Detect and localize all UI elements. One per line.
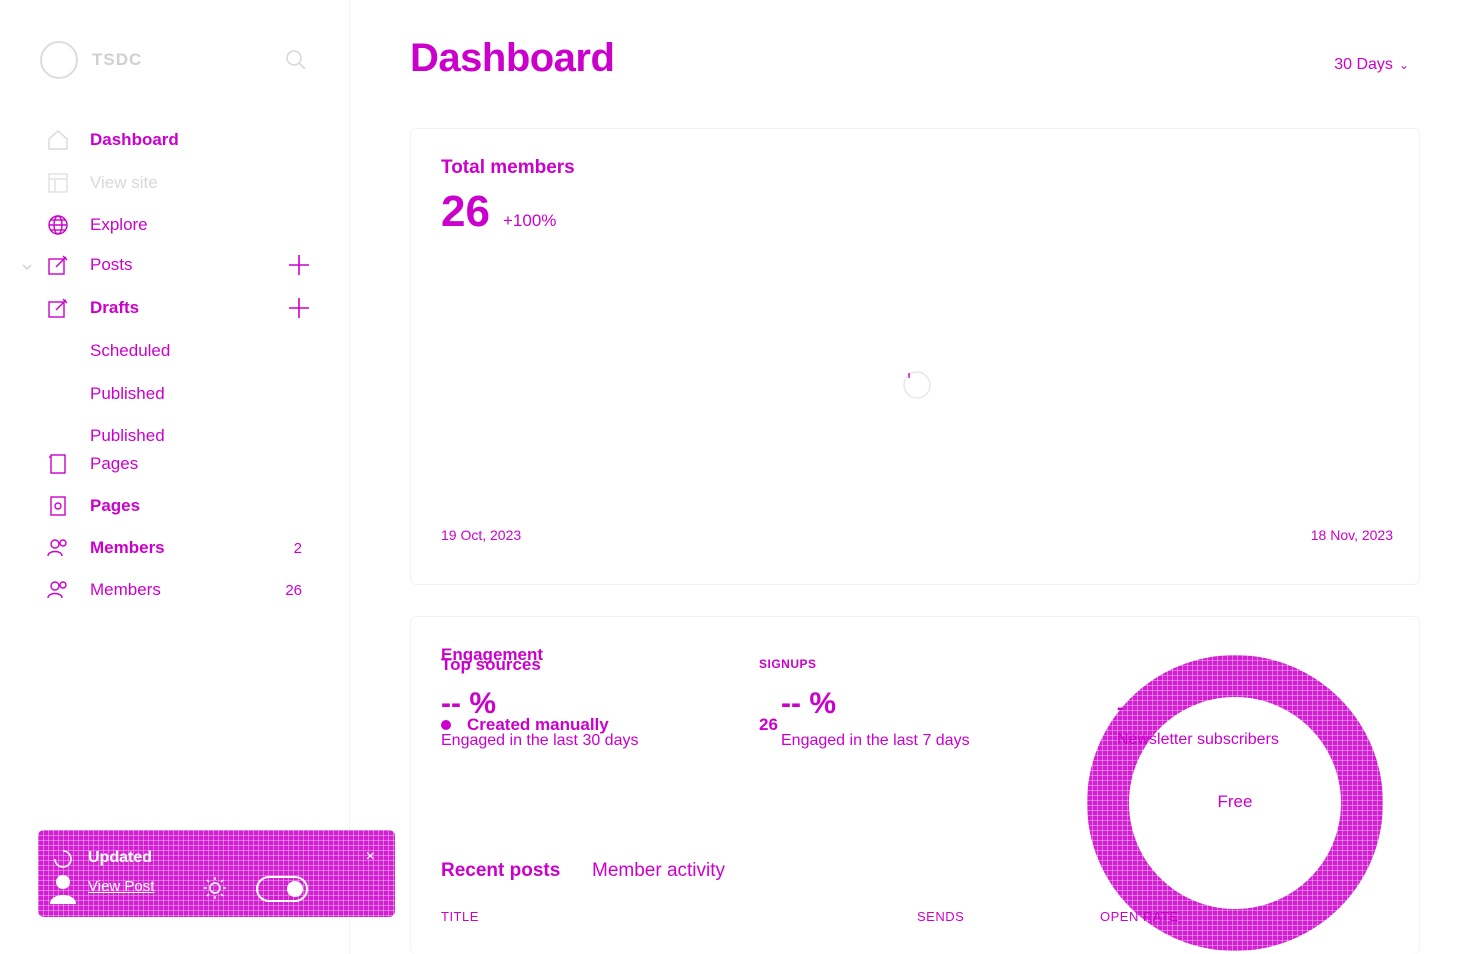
source-signups: 26 [759, 715, 778, 734]
sidebar-item-members[interactable]: Members 26 [46, 577, 316, 603]
add-icon[interactable] [288, 297, 310, 319]
sidebar-item-label: Posts [90, 255, 133, 274]
edit-icon [46, 253, 70, 277]
sun-icon[interactable] [203, 876, 227, 900]
date-range-select[interactable]: 30 Days ⌄ [1334, 56, 1409, 74]
source-dot [441, 720, 451, 730]
sources-donut-chart: Free [1087, 655, 1383, 951]
sidebar-item-published-ghost[interactable]: Published [90, 384, 165, 404]
total-members-card: Total members 26 +100% 19 Oct, 2023 18 N… [410, 128, 1420, 585]
engagement-card: Engagement Top sources SIGNUPS -- % Enga… [410, 616, 1420, 954]
sidebar-item-label: Members [90, 580, 161, 599]
update-toast: Updated × View Post [38, 830, 395, 917]
brand[interactable]: TSDC [40, 41, 142, 79]
toast-title: Updated [88, 849, 152, 866]
source-name: Created manually [467, 715, 609, 734]
engaged-7-value: -- % [781, 687, 836, 720]
column-open-rate: OPEN RATE [1100, 909, 1179, 924]
site-name: TSDC [92, 50, 143, 69]
signups-column-header: SIGNUPS [759, 657, 817, 671]
column-title: TITLE [441, 909, 479, 924]
sidebar-item-drafts[interactable]: Drafts [46, 295, 316, 321]
page-icon [46, 452, 70, 476]
view-post-link[interactable]: View Post [88, 878, 154, 895]
loading-spinner-icon [901, 369, 933, 401]
sidebar-item-pages-ghost[interactable]: Pages [46, 493, 316, 519]
globe-icon [46, 213, 70, 237]
home-icon [46, 128, 70, 152]
donut-label: Free [1217, 792, 1253, 811]
top-sources-title: Top sources [441, 655, 541, 674]
sidebar-item-pages[interactable]: Pages [46, 451, 316, 477]
members-icon [46, 578, 70, 602]
chevron-down-icon: ⌄ [1398, 58, 1409, 72]
sidebar-item-members-ghost[interactable]: Members 2 [46, 535, 316, 561]
tab-member-activity[interactable]: Member activity [592, 860, 725, 882]
sidebar-item-published[interactable]: Published [90, 426, 165, 446]
browser-icon [46, 171, 70, 195]
sidebar-item-dashboard[interactable]: Dashboard [46, 127, 316, 153]
sidebar-item-posts[interactable]: Posts [46, 252, 316, 278]
add-post-icon[interactable] [288, 254, 310, 276]
sidebar-item-label: Drafts [90, 298, 140, 317]
sidebar-item-label: Dashboard [90, 130, 179, 149]
engaged-7-caption: Engaged in the last 7 days [781, 732, 970, 749]
members-count: 26 [285, 581, 302, 599]
newsletter-caption: Newsletter subscribers [1117, 731, 1279, 748]
source-row: Created manually [441, 715, 609, 735]
date-range-value: 30 Days [1334, 56, 1393, 73]
sidebar-item-scheduled[interactable]: Scheduled [90, 341, 170, 361]
members-icon [46, 536, 70, 560]
sidebar-item-label: Explore [90, 215, 148, 234]
dark-mode-toggle[interactable] [256, 876, 308, 902]
sidebar-item-label: View site [90, 173, 158, 192]
page-icon [46, 494, 70, 518]
sidebar-item-label: Pages [90, 496, 141, 515]
search-icon[interactable] [284, 48, 308, 72]
page-title: Dashboard [410, 36, 615, 80]
newsletter-value: - [1117, 697, 1124, 719]
chart-start-date: 19 Oct, 2023 [441, 527, 522, 543]
total-members-value: 26 [441, 187, 490, 236]
sidebar-item-label: Pages [90, 454, 139, 473]
chevron-down-icon[interactable] [20, 260, 34, 274]
members-delta: +100% [503, 211, 557, 230]
sidebar-item-label: Members [90, 538, 165, 557]
sidebar-item-view-site[interactable]: View site [46, 170, 316, 196]
column-sends: SENDS [917, 909, 965, 924]
members-count: 2 [293, 539, 302, 557]
sidebar: TSDC Dashboard View site Explore Posts D… [0, 0, 395, 954]
sidebar-item-explore[interactable]: Explore [46, 212, 316, 238]
spinner-icon [53, 849, 73, 869]
chart-end-date: 18 Nov, 2023 [1310, 527, 1393, 543]
edit-icon [46, 296, 70, 320]
site-logo [40, 41, 78, 79]
card-title: Total members [441, 157, 575, 178]
close-icon[interactable]: × [366, 848, 375, 866]
tab-recent-posts[interactable]: Recent posts [441, 860, 560, 882]
user-avatar-icon[interactable] [50, 874, 76, 904]
